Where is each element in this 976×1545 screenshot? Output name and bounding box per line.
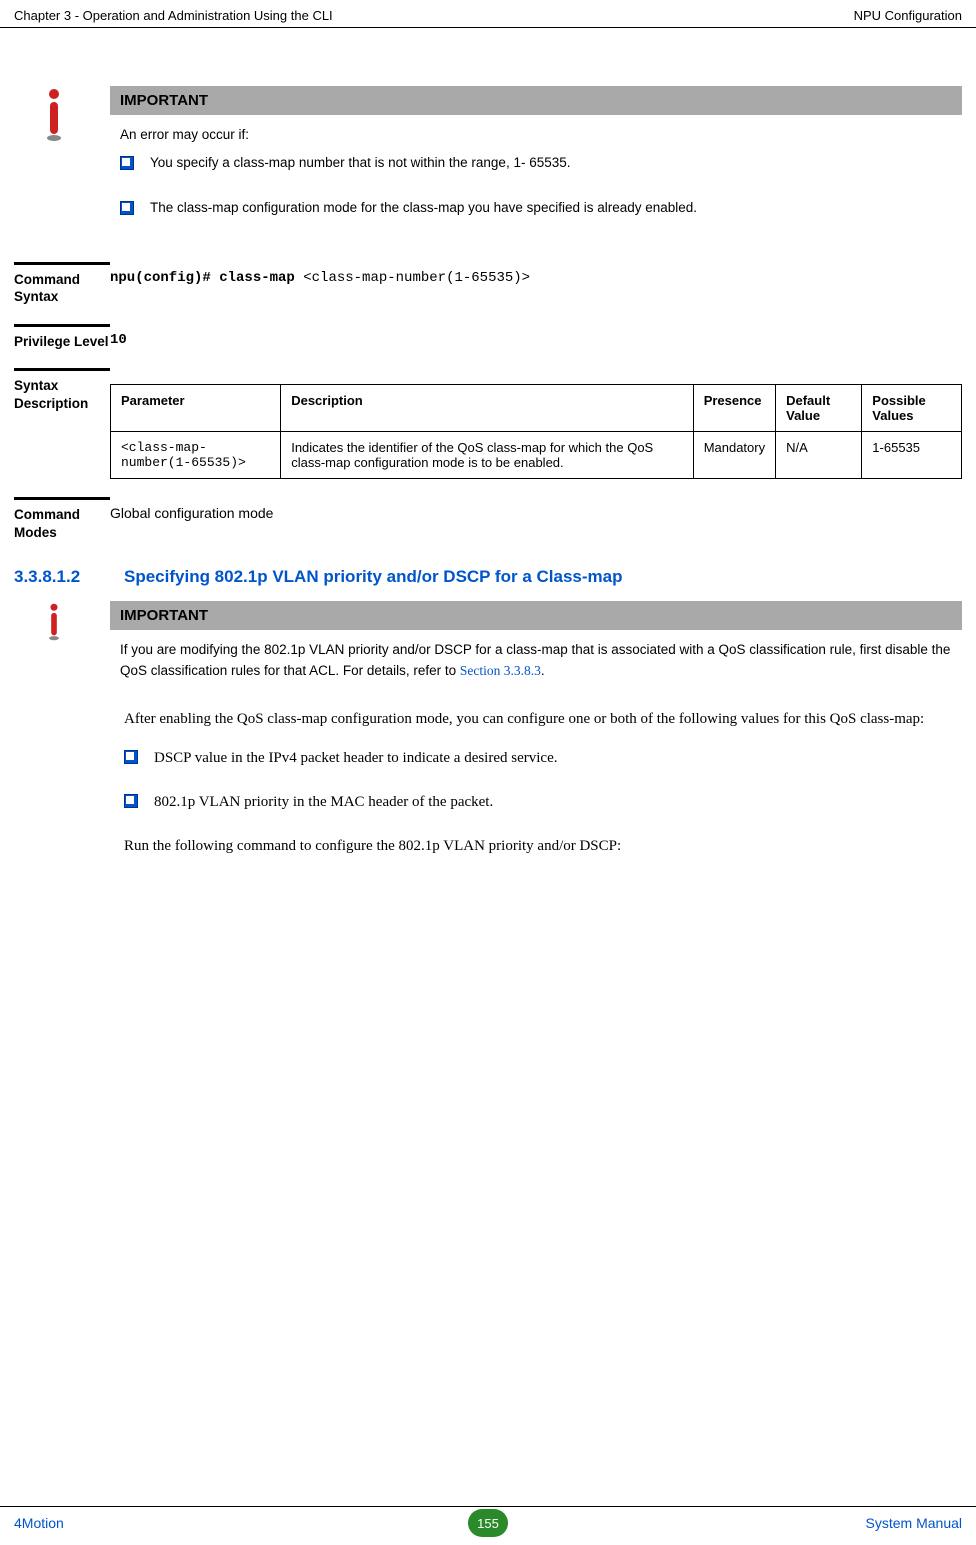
page-footer: 4Motion 155 System Manual [0, 1506, 976, 1545]
footer-left: 4Motion [14, 1515, 64, 1531]
cell-parameter: <class-map-number(1-65535)> [111, 432, 281, 479]
col-presence: Presence [693, 385, 775, 432]
col-parameter: Parameter [111, 385, 281, 432]
important-text-2: If you are modifying the 802.1p VLAN pri… [110, 630, 962, 689]
privilege-level-row: Privilege Level 10 [14, 324, 962, 351]
command-syntax-row: Command Syntax npu(config)# class-map <c… [14, 262, 962, 306]
bullet-item: 802.1p VLAN priority in the MAC header o… [124, 790, 962, 814]
important-intro-1: An error may occur if: [110, 115, 962, 153]
header-left: Chapter 3 - Operation and Administration… [14, 8, 333, 23]
important-title-2: IMPORTANT [110, 601, 962, 630]
section-link[interactable]: Section 3.3.8.3 [460, 663, 541, 678]
info-icon [14, 86, 110, 242]
important-title-1: IMPORTANT [110, 86, 962, 115]
footer-right: System Manual [866, 1515, 962, 1531]
important-content-2: IMPORTANT If you are modifying the 802.1… [110, 601, 962, 689]
col-possible: Possible Values [862, 385, 962, 432]
body-paragraph-2: Run the following command to configure t… [124, 834, 962, 860]
section-title: Specifying 802.1p VLAN priority and/or D… [124, 567, 962, 587]
command-modes-label: Command Modes [14, 497, 110, 541]
cell-possible: 1-65535 [862, 432, 962, 479]
header-right: NPU Configuration [854, 8, 962, 23]
important-block-1: IMPORTANT An error may occur if: You spe… [14, 86, 962, 242]
command-syntax-label: Command Syntax [14, 262, 110, 306]
cmd-bold: npu(config)# class-map [110, 270, 295, 286]
section-heading: 3.3.8.1.2 Specifying 802.1p VLAN priorit… [14, 567, 962, 587]
table-row: <class-map-number(1-65535)> Indicates th… [111, 432, 962, 479]
important-bullets-1: You specify a class-map number that is n… [110, 153, 962, 218]
bullet-item: The class-map configuration mode for the… [120, 198, 952, 218]
cell-presence: Mandatory [693, 432, 775, 479]
important2-text-part2: . [541, 663, 545, 678]
important-block-2: IMPORTANT If you are modifying the 802.1… [14, 601, 962, 689]
col-description: Description [281, 385, 693, 432]
table-header-row: Parameter Description Presence Default V… [111, 385, 962, 432]
bullet-item: DSCP value in the IPv4 packet header to … [124, 746, 962, 770]
cell-default: N/A [776, 432, 862, 479]
page-content: IMPORTANT An error may occur if: You spe… [0, 28, 976, 860]
syntax-description-label: Syntax Description [14, 368, 110, 479]
body-paragraph-1: After enabling the QoS class-map configu… [124, 707, 962, 733]
cmd-rest: <class-map-number(1-65535)> [295, 270, 530, 286]
info-icon [14, 601, 110, 689]
command-syntax-value: npu(config)# class-map <class-map-number… [110, 262, 962, 306]
important-content-1: IMPORTANT An error may occur if: You spe… [110, 86, 962, 242]
command-modes-row: Command Modes Global configuration mode [14, 497, 962, 541]
body-bullets: DSCP value in the IPv4 packet header to … [124, 746, 962, 814]
col-default: Default Value [776, 385, 862, 432]
page-number: 155 [468, 1509, 508, 1537]
privilege-level-value: 10 [110, 324, 962, 351]
command-modes-value: Global configuration mode [110, 497, 962, 541]
cell-description: Indicates the identifier of the QoS clas… [281, 432, 693, 479]
syntax-description-row: Syntax Description Parameter Description… [14, 368, 962, 479]
section-number: 3.3.8.1.2 [14, 567, 124, 587]
syntax-description-content: Parameter Description Presence Default V… [110, 368, 962, 479]
page-header: Chapter 3 - Operation and Administration… [0, 0, 976, 28]
syntax-table: Parameter Description Presence Default V… [110, 384, 962, 479]
footer-center: 155 [468, 1509, 508, 1537]
privilege-level-label: Privilege Level [14, 324, 110, 351]
bullet-item: You specify a class-map number that is n… [120, 153, 952, 173]
